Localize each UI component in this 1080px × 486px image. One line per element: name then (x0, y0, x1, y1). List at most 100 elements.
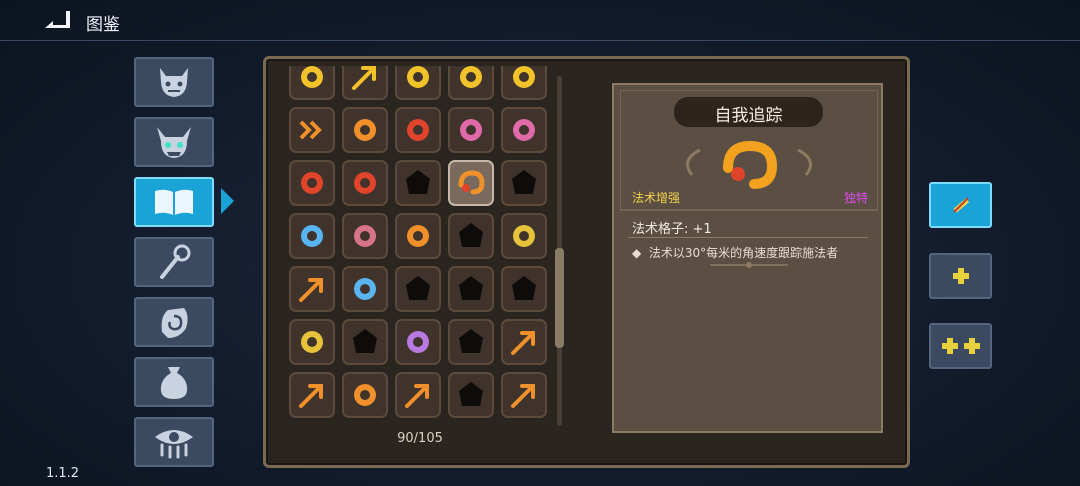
horned-skull-icon (157, 127, 191, 158)
spell-cell[interactable] (395, 266, 441, 312)
tab-bosses[interactable] (134, 117, 214, 167)
slot-double-plus-button[interactable] (929, 323, 992, 369)
orange-sparkle-arrow-icon (511, 384, 535, 408)
header-divider (0, 40, 1080, 41)
spell-cell[interactable] (289, 107, 335, 153)
gold-totem-icon (301, 331, 323, 353)
orange-arrow-icon (299, 384, 323, 408)
spell-cell[interactable] (448, 319, 494, 365)
spell-cell[interactable] (395, 160, 441, 206)
back-arrow-icon (45, 11, 70, 28)
spell-cell[interactable] (395, 107, 441, 153)
blue-figure-icon (301, 225, 323, 247)
orange-hook-selected-icon (458, 170, 485, 195)
orange-hook-icon (723, 140, 778, 189)
tab-items[interactable] (134, 357, 214, 407)
demon-face-icon (160, 68, 188, 97)
spell-cell[interactable] (501, 213, 547, 259)
collection-counter: 90/105 (397, 431, 443, 446)
spell-cell[interactable] (342, 372, 388, 418)
yellow-cross-squares-icon (513, 66, 535, 88)
spell-cell[interactable] (342, 266, 388, 312)
page-title: 图鉴 (86, 15, 120, 35)
stat-divider (628, 237, 868, 238)
hand-spiral-icon (161, 308, 188, 338)
gold-shield-icon (513, 225, 535, 247)
top-bar: 图鉴 (0, 0, 1080, 40)
back-button[interactable] (40, 8, 78, 34)
active-tab-indicator (221, 188, 234, 214)
yellow-gear-icon (407, 66, 429, 88)
spell-cell[interactable] (289, 66, 335, 100)
spell-cell[interactable] (448, 66, 494, 100)
tab-monsters[interactable] (134, 57, 214, 107)
tab-relics[interactable] (134, 297, 214, 347)
spell-cell[interactable] (501, 107, 547, 153)
spell-cell[interactable] (289, 213, 335, 259)
spell-cell[interactable] (501, 160, 547, 206)
tab-wands[interactable] (134, 237, 214, 287)
sack-icon (160, 367, 188, 399)
detail-title: 自我追踪 (714, 106, 783, 126)
plus-icon (952, 268, 969, 284)
description-text: 法术以30°每米的角速度跟踪施法者 (648, 246, 839, 260)
diamond-bullet-icon: ◆ (632, 246, 649, 260)
red-bombs-icon (407, 119, 429, 141)
purple-clock-icon (407, 331, 429, 353)
locked-icon (353, 329, 377, 353)
spell-cell[interactable] (501, 319, 547, 365)
spell-cell[interactable] (289, 319, 335, 365)
red-burst-icon (301, 172, 323, 194)
tab-curses[interactable] (134, 417, 214, 467)
spell-cell[interactable] (289, 266, 335, 312)
eye-icon (155, 430, 193, 459)
yellow-lightning-card-icon (460, 66, 482, 88)
rarity-badge: 独特 (844, 191, 869, 205)
spell-cell[interactable] (501, 266, 547, 312)
stat-line: 法术格子: +1 (632, 222, 712, 237)
orange-explosion-icon (407, 225, 429, 247)
yellow-arrows-up-icon (352, 66, 376, 90)
yellow-shards-icon (301, 66, 323, 88)
scrollbar-thumb[interactable] (555, 248, 564, 348)
orange-sun-icon (354, 119, 376, 141)
spell-cell[interactable] (501, 66, 547, 100)
slot-single-button[interactable] (929, 182, 992, 228)
blue-ghost-icon (354, 278, 376, 300)
rose-flower-icon (354, 225, 376, 247)
spell-cell[interactable] (289, 372, 335, 418)
orange-cross-arrows-icon (405, 384, 429, 408)
spell-cell[interactable] (342, 66, 388, 100)
spell-category: 法术增强 (632, 191, 681, 205)
locked-icon (459, 382, 483, 406)
spell-cell[interactable] (395, 66, 441, 100)
spell-cell[interactable] (289, 160, 335, 206)
spell-cell[interactable] (342, 107, 388, 153)
spell-cell[interactable] (448, 107, 494, 153)
spell-cell[interactable] (395, 213, 441, 259)
spell-cell[interactable] (342, 160, 388, 206)
spell-cell[interactable] (448, 266, 494, 312)
spell-cell[interactable] (342, 213, 388, 259)
locked-icon (512, 170, 536, 194)
spell-grid (288, 66, 550, 434)
version-label: 1.1.2 (46, 466, 80, 481)
orange-curve-arrow-icon (299, 278, 323, 302)
red-swirl-icon (354, 172, 376, 194)
spell-cell[interactable] (342, 319, 388, 365)
spell-cell[interactable] (448, 372, 494, 418)
orange-chevrons-icon (299, 120, 322, 140)
locked-icon (406, 276, 430, 300)
spell-cell[interactable] (395, 372, 441, 418)
spell-cell[interactable] (448, 160, 494, 206)
locked-icon (459, 276, 483, 300)
locked-icon (459, 223, 483, 247)
spell-cell[interactable] (448, 213, 494, 259)
description: ◆ 法术以30°每米的角速度跟踪施法者 (632, 244, 838, 261)
spell-cell[interactable] (395, 319, 441, 365)
spell-cell[interactable] (501, 372, 547, 418)
tab-spellbook[interactable] (134, 177, 214, 227)
slot-plus-button[interactable] (929, 253, 992, 299)
locked-icon (512, 276, 536, 300)
orange-swirl-arrow-icon (511, 331, 535, 355)
